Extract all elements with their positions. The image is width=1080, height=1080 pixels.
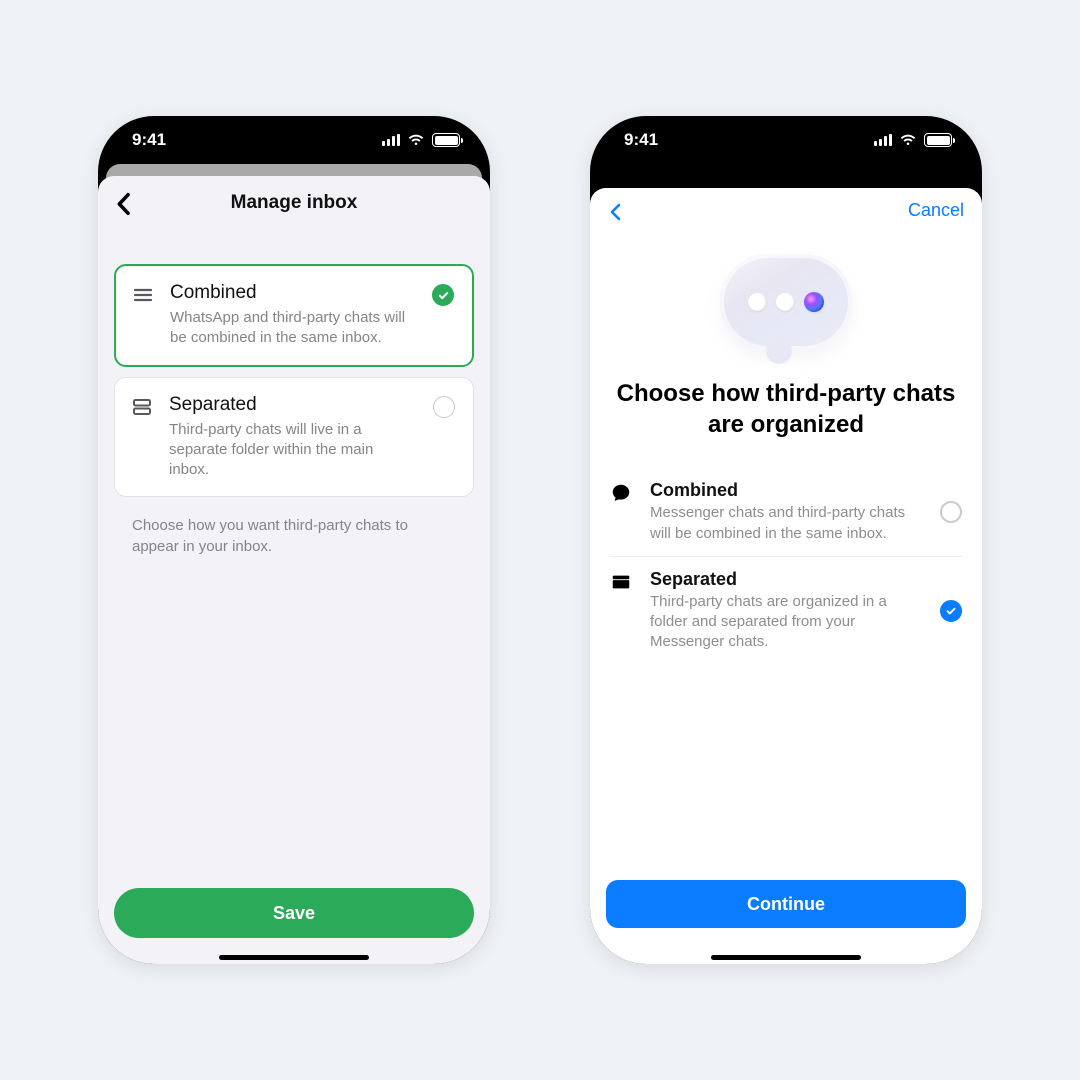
status-time: 9:41: [132, 130, 166, 150]
radio-selected[interactable]: [432, 284, 454, 306]
chat-bubble-icon: [720, 254, 852, 350]
home-indicator: [711, 955, 861, 960]
modal-sheet: Cancel Choose how third-party chats are …: [590, 188, 982, 964]
wifi-icon: [407, 133, 425, 147]
modal-sheet: Manage inbox Combined WhatsApp and third…: [98, 176, 490, 964]
statusbar: 9:41: [590, 116, 982, 164]
page-title: Manage inbox: [231, 192, 358, 214]
combined-icon: [132, 284, 154, 306]
save-button[interactable]: Save: [114, 888, 474, 938]
back-button[interactable]: [110, 190, 138, 218]
phone-messenger: 9:41 Cancel Choose how third-party chats…: [590, 116, 982, 964]
help-text: Choose how you want third-party chats to…: [114, 507, 474, 565]
navbar: Cancel: [590, 188, 982, 236]
folder-icon: [610, 571, 632, 593]
continue-button-label: Continue: [747, 894, 825, 915]
inbox-option-combined[interactable]: Combined Messenger chats and third-party…: [610, 468, 962, 556]
separated-icon: [131, 396, 153, 418]
phone-whatsapp: 9:41 Manage inbox Combined: [98, 116, 490, 964]
navbar: Manage inbox: [98, 176, 490, 230]
home-indicator: [219, 955, 369, 960]
continue-button[interactable]: Continue: [606, 880, 966, 928]
option-title: Separated: [169, 394, 417, 416]
option-description: WhatsApp and third-party chats will be c…: [170, 308, 416, 349]
cellular-icon: [382, 134, 400, 146]
option-title: Combined: [650, 480, 922, 501]
inbox-option-combined[interactable]: Combined WhatsApp and third-party chats …: [114, 264, 474, 367]
wifi-icon: [899, 133, 917, 147]
chat-icon: [610, 482, 632, 504]
option-description: Messenger chats and third-party chats wi…: [650, 503, 922, 544]
cancel-button[interactable]: Cancel: [908, 200, 964, 221]
radio-unselected[interactable]: [433, 396, 455, 418]
option-title: Separated: [650, 569, 922, 590]
option-title: Combined: [170, 282, 416, 304]
hero-illustration: [590, 254, 982, 350]
battery-icon: [432, 133, 460, 147]
radio-unselected[interactable]: [940, 501, 962, 523]
back-button[interactable]: [604, 200, 628, 224]
cellular-icon: [874, 134, 892, 146]
option-description: Third-party chats will live in a separat…: [169, 420, 417, 481]
inbox-option-separated[interactable]: Separated Third-party chats are organize…: [610, 556, 962, 665]
headline: Choose how third-party chats are organiz…: [590, 378, 982, 440]
option-description: Third-party chats are organized in a fol…: [650, 592, 922, 653]
save-button-label: Save: [273, 903, 315, 924]
inbox-option-separated[interactable]: Separated Third-party chats will live in…: [114, 377, 474, 498]
battery-icon: [924, 133, 952, 147]
status-time: 9:41: [624, 130, 658, 150]
radio-selected[interactable]: [940, 600, 962, 622]
statusbar: 9:41: [98, 116, 490, 164]
